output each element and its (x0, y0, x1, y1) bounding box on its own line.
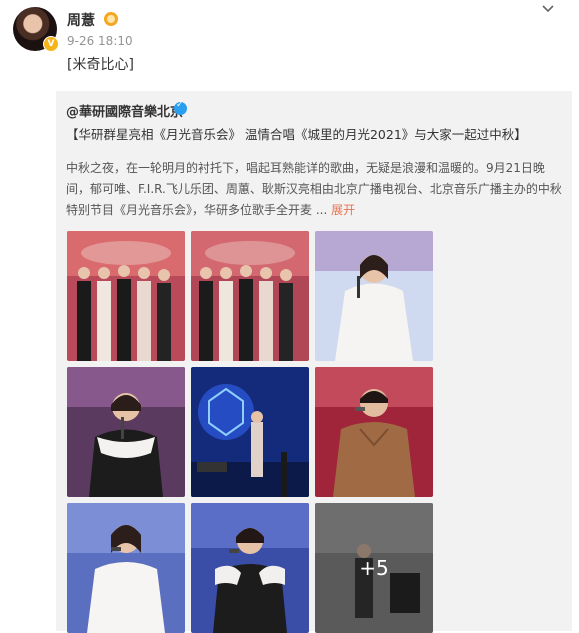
expand-link[interactable]: 展开 (331, 203, 355, 217)
photo-thumbnail[interactable] (191, 503, 309, 633)
avatar[interactable]: V (13, 7, 59, 52)
chevron-down-icon[interactable] (541, 4, 555, 14)
original-author[interactable]: @華研國際音樂北京 (66, 101, 183, 120)
weibo-post-card: V 周薏 9-26 18:10 [米奇比心] @華研國際音樂北京 【华研群星亮相… (0, 0, 579, 633)
photo-thumbnail[interactable] (315, 367, 433, 497)
more-photos-count: +5 (315, 503, 433, 633)
repost-body: 中秋之夜，在一轮明月的衬托下，唱起耳熟能详的歌曲，无疑是浪漫和温暖的。9月21日… (66, 158, 566, 221)
photo-thumbnail[interactable] (67, 367, 185, 497)
photo-thumbnail[interactable] (191, 231, 309, 361)
blue-verified-icon (174, 100, 187, 115)
photo-thumbnail[interactable] (67, 503, 185, 633)
photo-thumbnail[interactable] (191, 367, 309, 497)
photo-thumbnail[interactable] (67, 231, 185, 361)
post-timestamp[interactable]: 9-26 18:10 (67, 34, 133, 48)
author-name[interactable]: 周薏 (67, 10, 95, 30)
post-text: [米奇比心] (67, 57, 134, 73)
repost-body-text: 中秋之夜，在一轮明月的衬托下，唱起耳熟能详的歌曲，无疑是浪漫和温暖的。9月21日… (66, 161, 562, 217)
reposted-content[interactable]: @華研國際音樂北京 【华研群星亮相《月光音乐会》 温情合唱《城里的月光2021》… (56, 91, 572, 633)
more-photos-thumbnail[interactable]: +5 (315, 503, 433, 633)
photo-thumbnail[interactable] (315, 231, 433, 361)
member-badge-icon[interactable] (104, 12, 118, 26)
repost-headline: 【华研群星亮相《月光音乐会》 温情合唱《城里的月光2021》与大家一起过中秋】 (66, 127, 527, 142)
yellow-verified-icon: V (43, 36, 59, 52)
